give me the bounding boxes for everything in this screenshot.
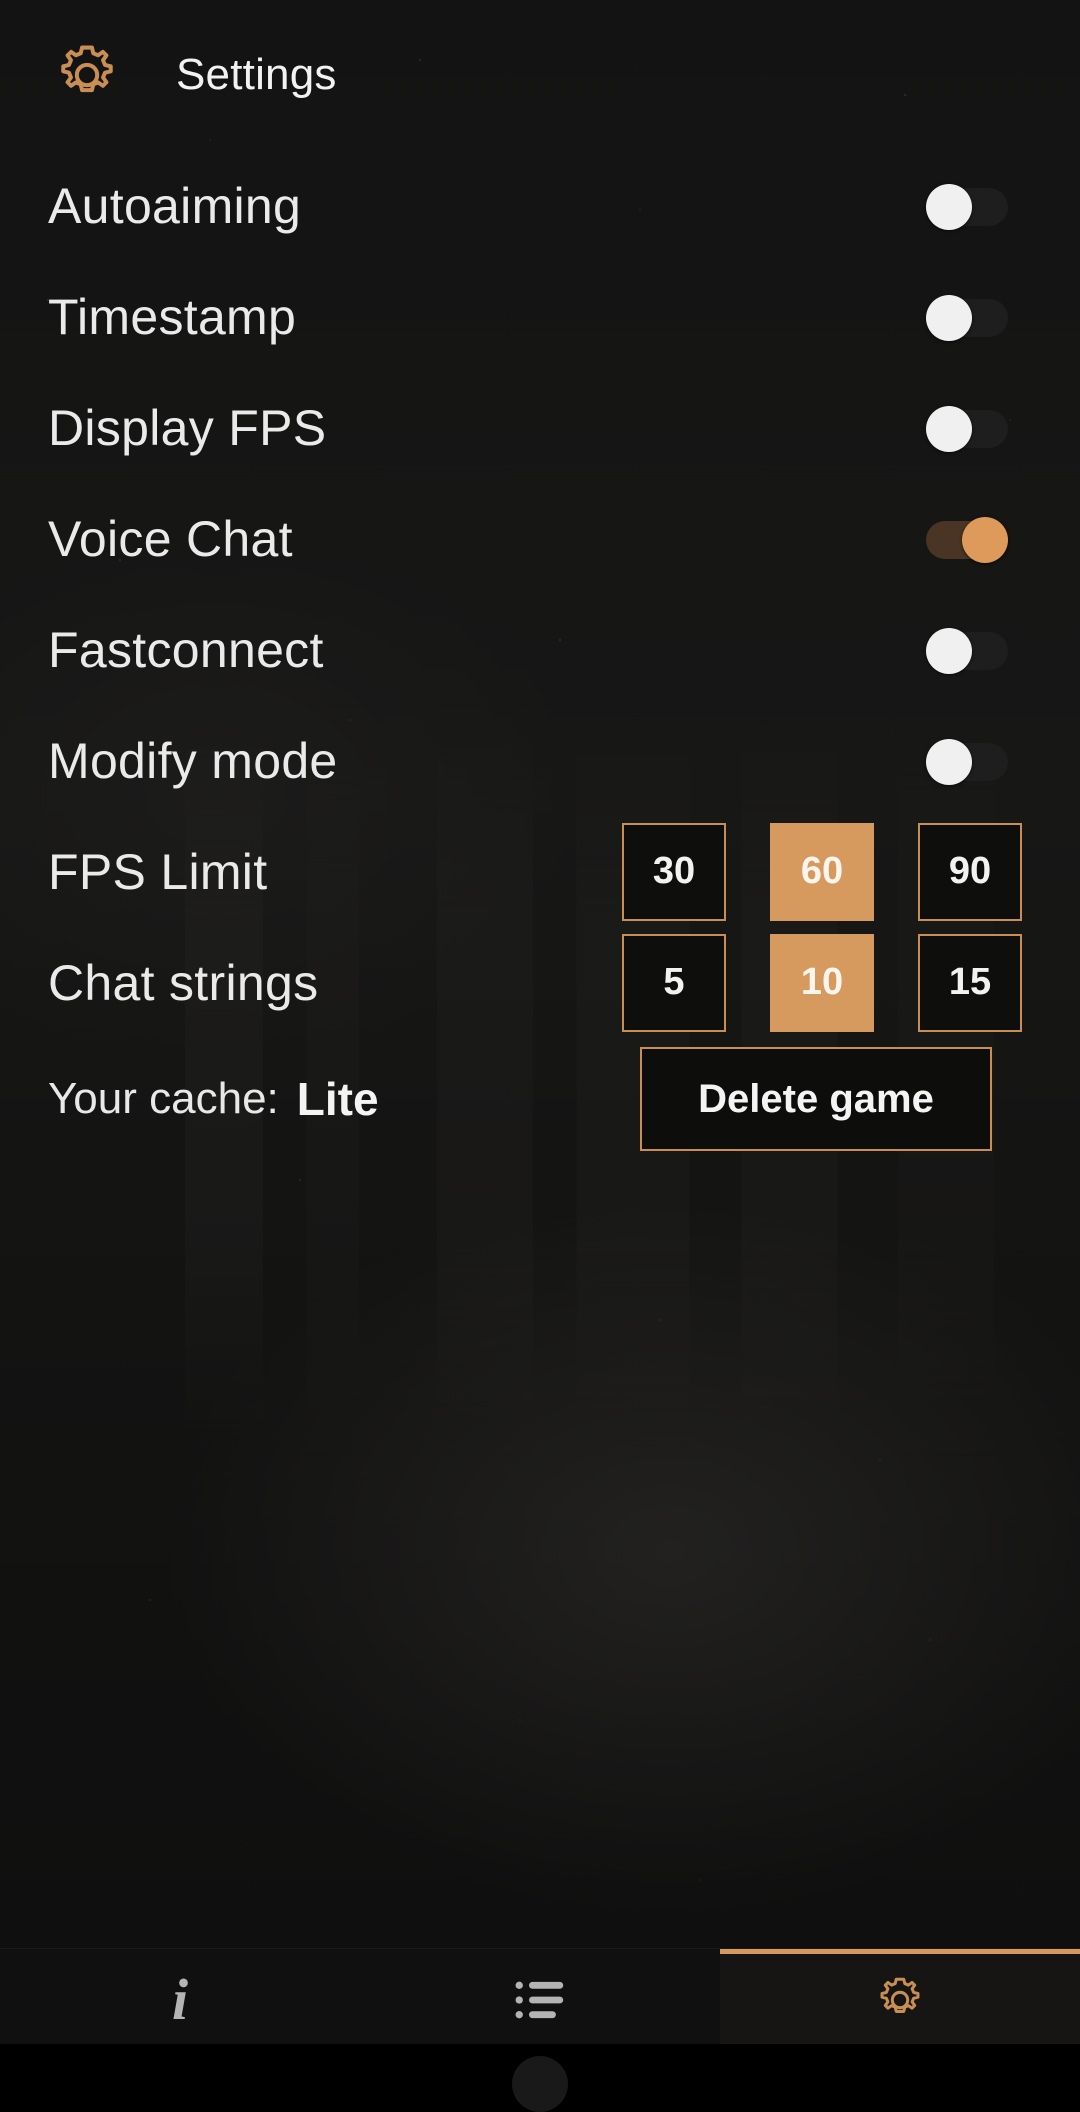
setting-row-display-fps: Display FPS [48, 372, 1036, 483]
setting-label-modify-mode: Modify mode [48, 732, 338, 789]
gear-icon [872, 1973, 928, 2027]
setting-row-modify-mode: Modify mode [48, 705, 1036, 816]
home-indicator[interactable] [512, 2056, 568, 2112]
settings-list: Autoaiming Timestamp Display FPS Voice C… [0, 150, 1080, 1554]
fps-limit-option-30[interactable]: 30 [622, 822, 726, 921]
setting-label-autoaiming: Autoaiming [48, 177, 302, 234]
page-title: Settings [176, 50, 337, 99]
setting-row-cache: Your cache: Lite Delete game [48, 1038, 1036, 1160]
setting-row-autoaiming: Autoaiming [48, 150, 1036, 261]
fps-limit-option-90[interactable]: 90 [918, 822, 1022, 921]
toggle-autoaiming[interactable] [926, 183, 1008, 230]
chat-strings-option-15[interactable]: 15 [918, 933, 1022, 1032]
home-indicator-bar [0, 2044, 1080, 2112]
setting-row-timestamp: Timestamp [48, 261, 1036, 372]
chat-strings-option-group: 5 10 15 [622, 933, 1022, 1032]
fps-limit-option-60[interactable]: 60 [770, 822, 874, 921]
setting-label-timestamp: Timestamp [48, 288, 297, 345]
setting-label-chat-strings: Chat strings [48, 954, 319, 1011]
page-header: Settings [0, 0, 1080, 150]
cache-value: Lite [296, 1073, 379, 1125]
setting-label-fastconnect: Fastconnect [48, 621, 324, 678]
setting-row-voice-chat: Voice Chat [48, 483, 1036, 594]
setting-label-display-fps: Display FPS [48, 399, 327, 456]
chat-strings-option-5[interactable]: 5 [622, 933, 726, 1032]
settings-screen: Settings Autoaiming Timestamp Display FP… [0, 0, 1080, 2112]
list-icon [513, 1973, 567, 2027]
delete-game-button[interactable]: Delete game [640, 1047, 992, 1151]
cache-label: Your cache: [48, 1074, 279, 1123]
toggle-modify-mode[interactable] [926, 738, 1008, 785]
toggle-knob [926, 294, 972, 341]
gear-icon [50, 38, 124, 112]
toggle-voice-chat[interactable] [926, 516, 1008, 563]
toggle-knob [926, 738, 972, 785]
toggle-knob [926, 627, 972, 674]
toggle-display-fps[interactable] [926, 405, 1008, 452]
setting-label-voice-chat: Voice Chat [48, 510, 293, 567]
setting-row-fastconnect: Fastconnect [48, 594, 1036, 705]
toggle-knob [926, 183, 972, 230]
chat-strings-option-10[interactable]: 10 [770, 933, 874, 1032]
fps-limit-option-group: 30 60 90 [622, 822, 1022, 921]
setting-row-chat-strings: Chat strings 5 10 15 [48, 927, 1036, 1038]
toggle-knob [926, 405, 972, 452]
info-icon: i [171, 1967, 189, 2032]
setting-label-fps-limit: FPS Limit [48, 843, 268, 900]
toggle-knob [962, 516, 1008, 563]
setting-row-fps-limit: FPS Limit 30 60 90 [48, 816, 1036, 927]
toggle-fastconnect[interactable] [926, 627, 1008, 674]
toggle-timestamp[interactable] [926, 294, 1008, 341]
